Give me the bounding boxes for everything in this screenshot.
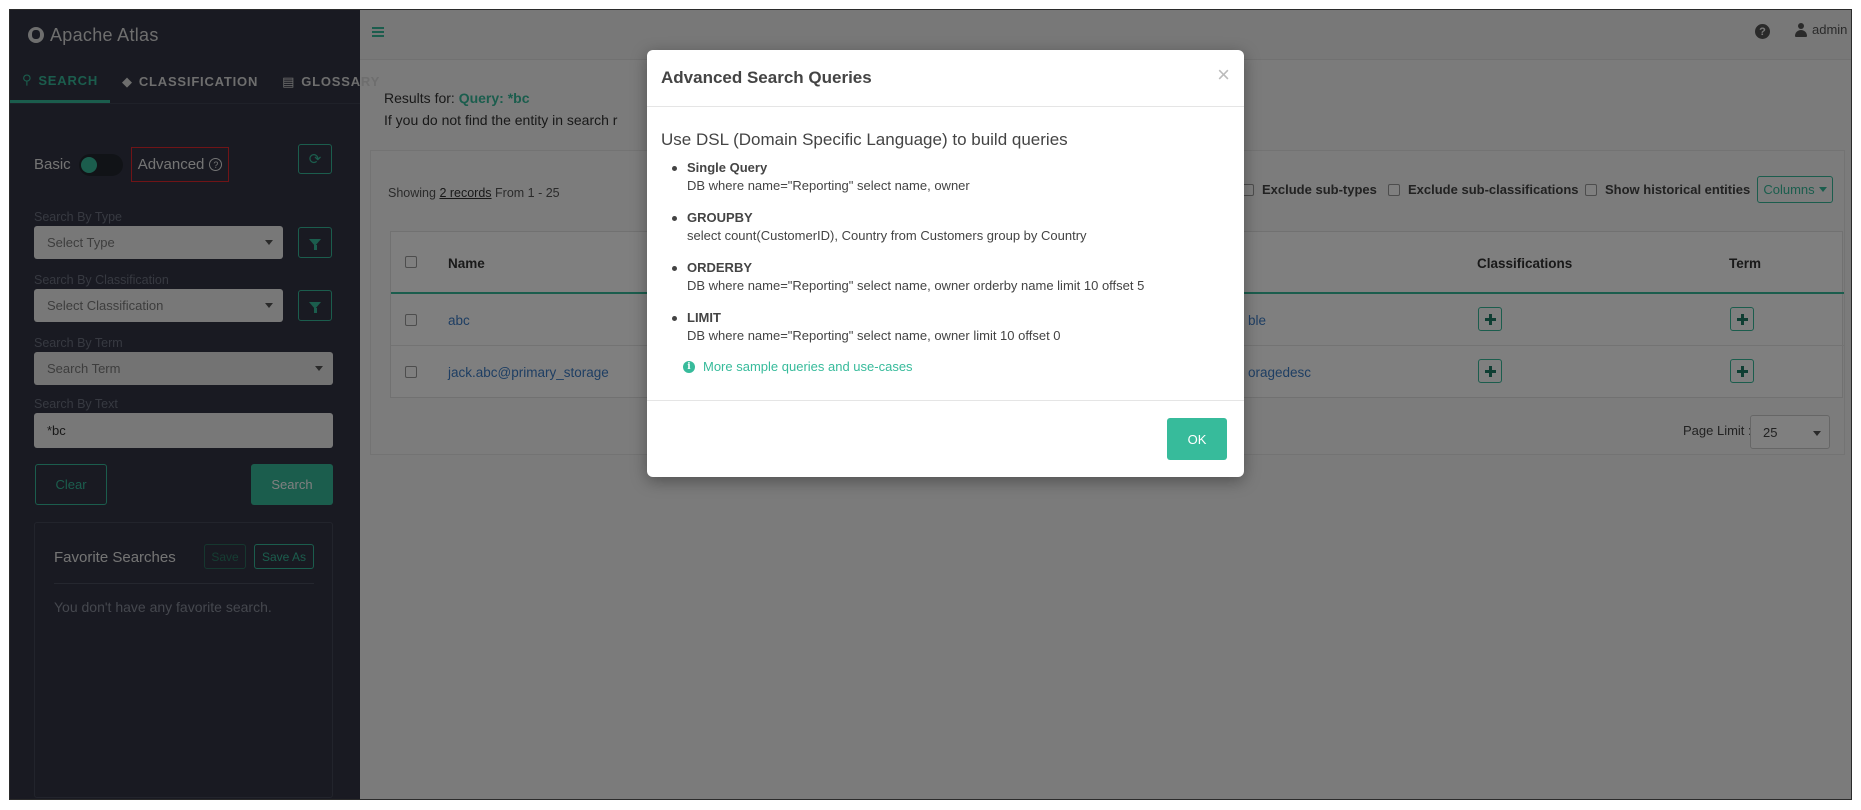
list-item: GROUPBY select count(CustomerID), Countr… bbox=[672, 210, 1227, 260]
query-example-code: DB where name="Reporting" select name, o… bbox=[687, 328, 1061, 343]
query-examples-list: Single Query DB where name="Reporting" s… bbox=[672, 160, 1227, 360]
query-example-name: LIMIT bbox=[687, 310, 721, 325]
query-example-name: GROUPBY bbox=[687, 210, 753, 225]
ok-button[interactable]: OK bbox=[1167, 418, 1227, 460]
query-example-code: select count(CustomerID), Country from C… bbox=[687, 228, 1087, 243]
query-example-code: DB where name="Reporting" select name, o… bbox=[687, 178, 970, 193]
advanced-search-queries-modal: Advanced Search Queries × Use DSL (Domai… bbox=[647, 50, 1244, 477]
list-item: Single Query DB where name="Reporting" s… bbox=[672, 160, 1227, 210]
modal-lead-text: Use DSL (Domain Specific Language) to bu… bbox=[661, 130, 1068, 149]
query-example-name: ORDERBY bbox=[687, 260, 753, 275]
modal-header: Advanced Search Queries × bbox=[647, 50, 1244, 107]
modal-footer-divider bbox=[647, 400, 1244, 401]
query-example-code: DB where name="Reporting" select name, o… bbox=[687, 278, 1145, 293]
app-window: Apache Atlas ⚲ SEARCH ◆ CLASSIFICATION ▤… bbox=[9, 9, 1852, 800]
more-sample-queries-link[interactable]: i More sample queries and use-cases bbox=[683, 359, 913, 374]
query-example-name: Single Query bbox=[687, 160, 768, 175]
info-circle-icon: i bbox=[683, 360, 695, 373]
close-icon[interactable]: × bbox=[1217, 64, 1230, 86]
modal-title: Advanced Search Queries bbox=[661, 68, 872, 87]
more-sample-queries-label: More sample queries and use-cases bbox=[703, 359, 913, 374]
list-item: LIMIT DB where name="Reporting" select n… bbox=[672, 310, 1227, 360]
list-item: ORDERBY DB where name="Reporting" select… bbox=[672, 260, 1227, 310]
